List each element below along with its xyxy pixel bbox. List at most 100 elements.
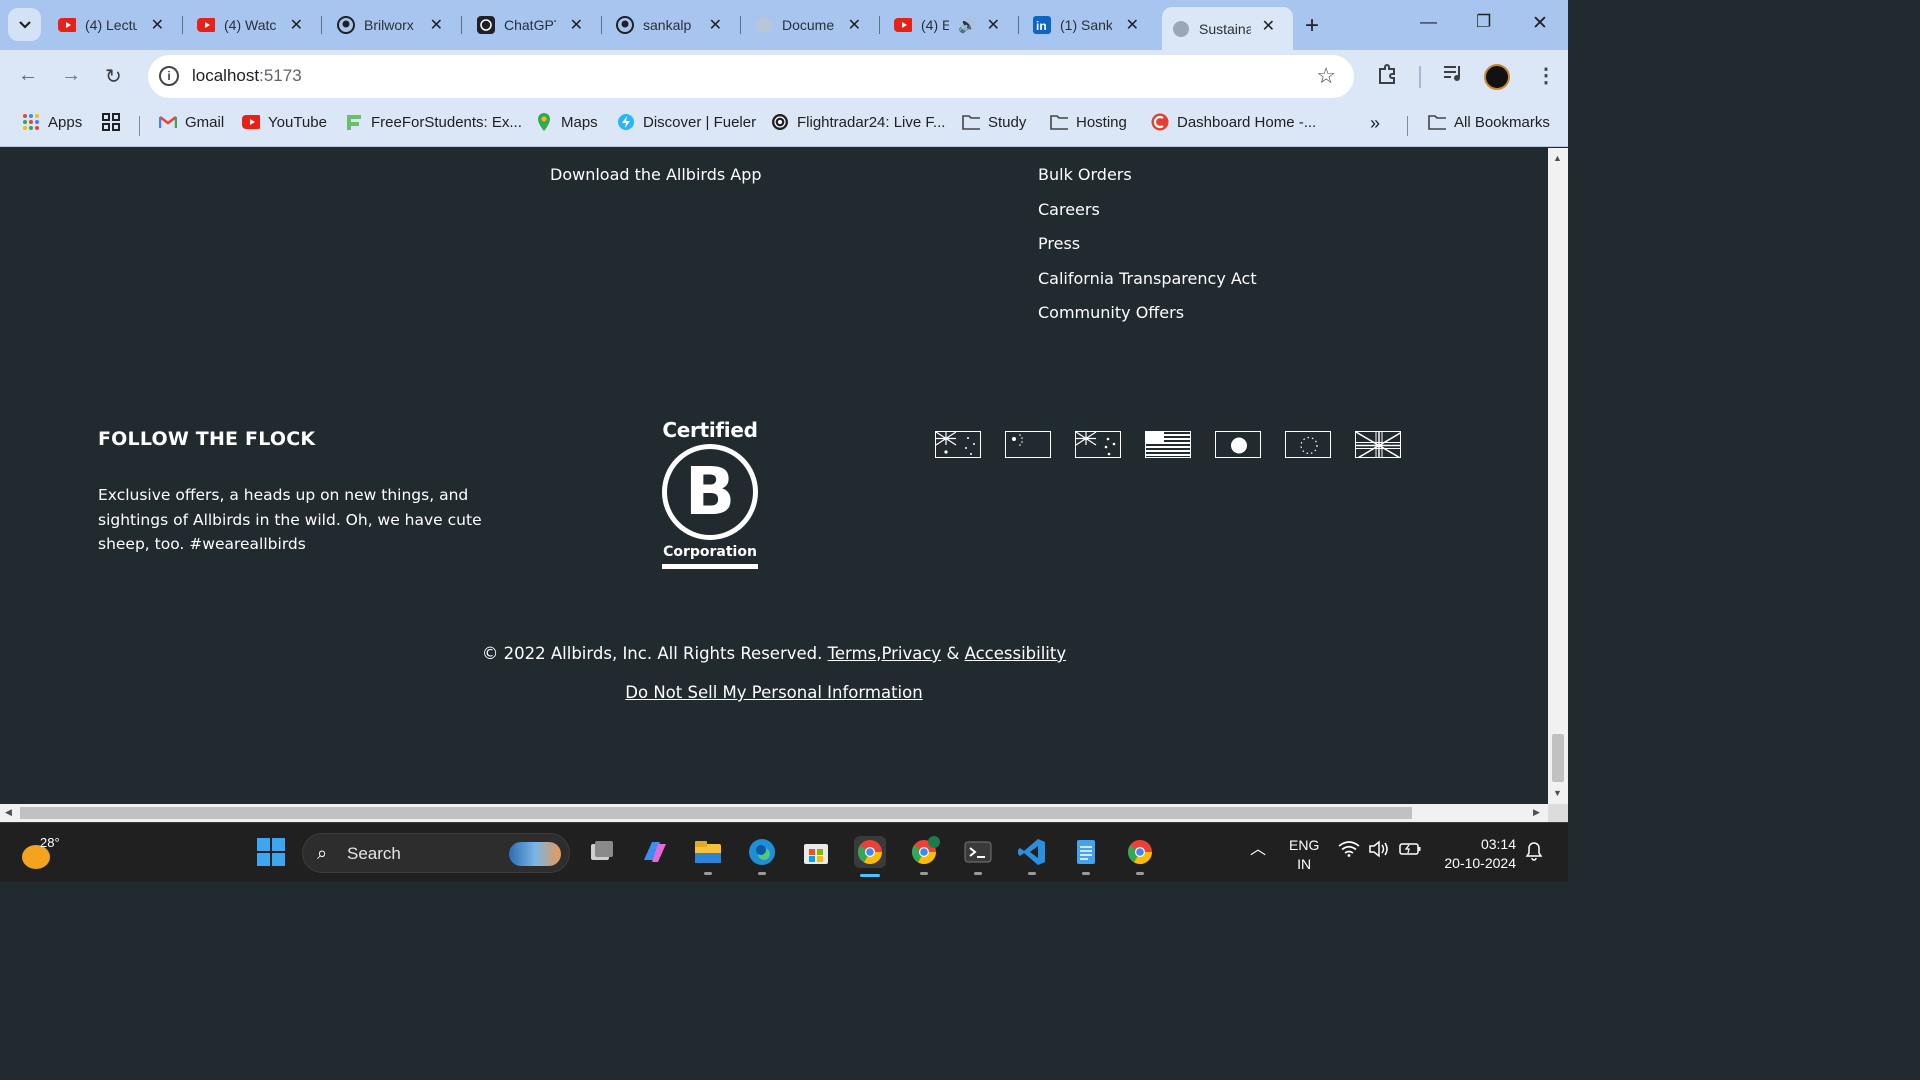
chrome-icon[interactable] — [854, 836, 886, 877]
back-icon[interactable]: ← — [18, 64, 38, 87]
more-menu-icon[interactable]: ⋮ — [1536, 63, 1556, 88]
united-states-flag-icon[interactable] — [1145, 431, 1191, 458]
bookmark-youtube[interactable]: YouTube — [242, 113, 327, 131]
close-tab-icon[interactable]: ✕ — [151, 15, 164, 35]
tab-search-button[interactable] — [8, 8, 41, 41]
bookmark-fueler[interactable]: Discover | Fueler — [617, 113, 756, 131]
download-app-link[interactable]: Download the Allbirds App — [550, 165, 762, 184]
chrome-profile-icon[interactable] — [908, 836, 940, 875]
notepad-icon[interactable] — [1070, 836, 1102, 875]
scroll-right-arrow-icon[interactable]: ▶ — [1533, 807, 1540, 818]
vertical-scroll-thumb[interactable] — [1552, 734, 1564, 782]
horizontal-scroll-thumb[interactable] — [20, 807, 1412, 819]
reload-icon[interactable]: ↻ — [105, 64, 122, 89]
freeforstudents-icon — [345, 113, 363, 131]
japan-flag-icon[interactable] — [1215, 431, 1261, 458]
close-tab-icon[interactable]: ✕ — [987, 15, 1000, 35]
horizontal-scrollbar[interactable]: ◀ ▶ — [0, 804, 1548, 822]
australia-flag-icon[interactable] — [935, 431, 981, 458]
file-explorer-icon[interactable] — [692, 836, 724, 875]
footer-link-bulk-orders[interactable]: Bulk Orders — [1038, 165, 1257, 200]
volume-icon[interactable] — [1368, 840, 1390, 861]
media-controls-icon[interactable] — [1442, 63, 1464, 89]
footer-link-careers[interactable]: Careers — [1038, 200, 1257, 235]
browser-tab-active[interactable]: Sustaina ✕ — [1162, 7, 1293, 50]
bookmark-maps[interactable]: Maps — [535, 113, 598, 131]
toolbar-separator — [1419, 66, 1421, 88]
browser-tab[interactable]: (4) Lectu ✕ — [48, 8, 183, 42]
footer-link-press[interactable]: Press — [1038, 234, 1257, 269]
extensions-icon[interactable] — [1376, 63, 1398, 91]
browser-tab[interactable]: (4) Watc ✕ — [187, 8, 322, 42]
browser-tab[interactable]: (4) E 🔊 ✕ — [884, 8, 1019, 42]
restore-icon[interactable]: ❐ — [1476, 12, 1491, 32]
notification-bell-icon[interactable] — [1525, 841, 1543, 864]
bookmark-study-folder[interactable]: Study — [962, 113, 1026, 131]
system-clock[interactable]: 03:14 20-10-2024 — [1438, 835, 1516, 873]
language-indicator[interactable]: ENG IN — [1289, 836, 1319, 874]
chrome-secondary-icon[interactable] — [1124, 836, 1156, 875]
copilot-icon[interactable] — [638, 836, 670, 868]
scroll-up-arrow-icon[interactable]: ▲ — [1553, 153, 1562, 163]
privacy-link[interactable]: Privacy — [881, 644, 941, 663]
scroll-left-arrow-icon[interactable]: ◀ — [5, 807, 12, 818]
china-flag-icon[interactable] — [1005, 431, 1051, 458]
site-info-icon[interactable]: i — [159, 66, 179, 86]
bookmark-tab-groups[interactable] — [102, 113, 128, 131]
close-tab-icon[interactable]: ✕ — [709, 15, 722, 35]
new-zealand-flag-icon[interactable] — [1075, 431, 1121, 458]
bookmark-apps[interactable]: Apps — [22, 113, 82, 131]
bookmark-label: Discover | Fueler — [643, 113, 757, 131]
close-window-icon[interactable]: ✕ — [1532, 12, 1548, 35]
close-tab-icon[interactable]: ✕ — [430, 15, 443, 35]
vscode-icon[interactable] — [1016, 836, 1048, 875]
forward-icon[interactable]: → — [61, 64, 81, 87]
browser-tab[interactable]: Docume ✕ — [745, 8, 880, 42]
taskbar-search-box[interactable]: ⌕ Search — [302, 833, 570, 873]
task-view-icon[interactable] — [585, 836, 617, 868]
browser-tab[interactable]: in (1) Sank ✕ — [1023, 8, 1157, 42]
show-hidden-icons-chevron-icon[interactable]: ︿ — [1250, 835, 1266, 859]
fueler-icon — [617, 113, 635, 131]
close-tab-icon[interactable]: ✕ — [570, 15, 583, 35]
bookmark-dashboard[interactable]: Dashboard Home -... — [1151, 113, 1316, 131]
terminal-icon[interactable] — [962, 836, 994, 875]
battery-icon[interactable] — [1398, 842, 1422, 859]
close-tab-icon[interactable]: ✕ — [1126, 15, 1139, 35]
minimize-icon[interactable]: — — [1420, 12, 1437, 32]
bookmark-freeforstudents[interactable]: FreeForStudents: Ex... — [345, 113, 522, 131]
terms-link[interactable]: Terms — [828, 644, 877, 663]
url-text[interactable]: localhost:5173 — [192, 66, 302, 86]
browser-tab[interactable]: ChatGPT ✕ — [467, 8, 602, 42]
bookmark-star-icon[interactable]: ☆ — [1316, 63, 1336, 89]
windows-start-icon[interactable] — [255, 836, 287, 868]
scroll-down-arrow-icon[interactable]: ▼ — [1553, 788, 1562, 798]
bookmark-label: Flightradar24: Live F... — [797, 113, 946, 131]
microsoft-store-icon[interactable] — [800, 836, 832, 868]
do-not-sell-line: Do Not Sell My Personal Information — [0, 683, 1548, 702]
close-tab-icon[interactable]: ✕ — [1262, 16, 1275, 36]
europe-flag-icon[interactable] — [1285, 431, 1331, 458]
united-kingdom-flag-icon[interactable] — [1355, 431, 1401, 458]
profile-avatar[interactable] — [1484, 64, 1510, 90]
bookmarks-overflow-button[interactable]: » — [1370, 113, 1380, 134]
close-tab-icon[interactable]: ✕ — [848, 15, 861, 35]
address-bar[interactable]: i localhost:5173 ☆ — [148, 55, 1354, 98]
bookmark-hosting-folder[interactable]: Hosting — [1050, 113, 1127, 131]
footer-link-california-transparency[interactable]: California Transparency Act — [1038, 269, 1257, 304]
language-code: ENG — [1289, 837, 1320, 853]
footer-link-community-offers[interactable]: Community Offers — [1038, 303, 1257, 338]
new-tab-icon[interactable]: + — [1305, 12, 1319, 40]
bookmark-gmail[interactable]: Gmail — [159, 113, 224, 131]
close-tab-icon[interactable]: ✕ — [290, 15, 303, 35]
all-bookmarks-button[interactable]: All Bookmarks — [1428, 113, 1550, 131]
edge-icon[interactable] — [746, 836, 778, 875]
do-not-sell-link[interactable]: Do Not Sell My Personal Information — [625, 683, 922, 702]
speaker-icon[interactable]: 🔊 — [958, 16, 977, 34]
browser-tab[interactable]: Brilworx ✕ — [327, 8, 462, 42]
vertical-scrollbar[interactable]: ▲ ▼ — [1548, 148, 1568, 804]
bookmark-flightradar[interactable]: Flightradar24: Live F... — [771, 113, 945, 131]
wifi-icon[interactable] — [1338, 841, 1360, 860]
accessibility-link[interactable]: Accessibility — [965, 644, 1067, 663]
browser-tab[interactable]: sankalp ✕ — [606, 8, 741, 42]
